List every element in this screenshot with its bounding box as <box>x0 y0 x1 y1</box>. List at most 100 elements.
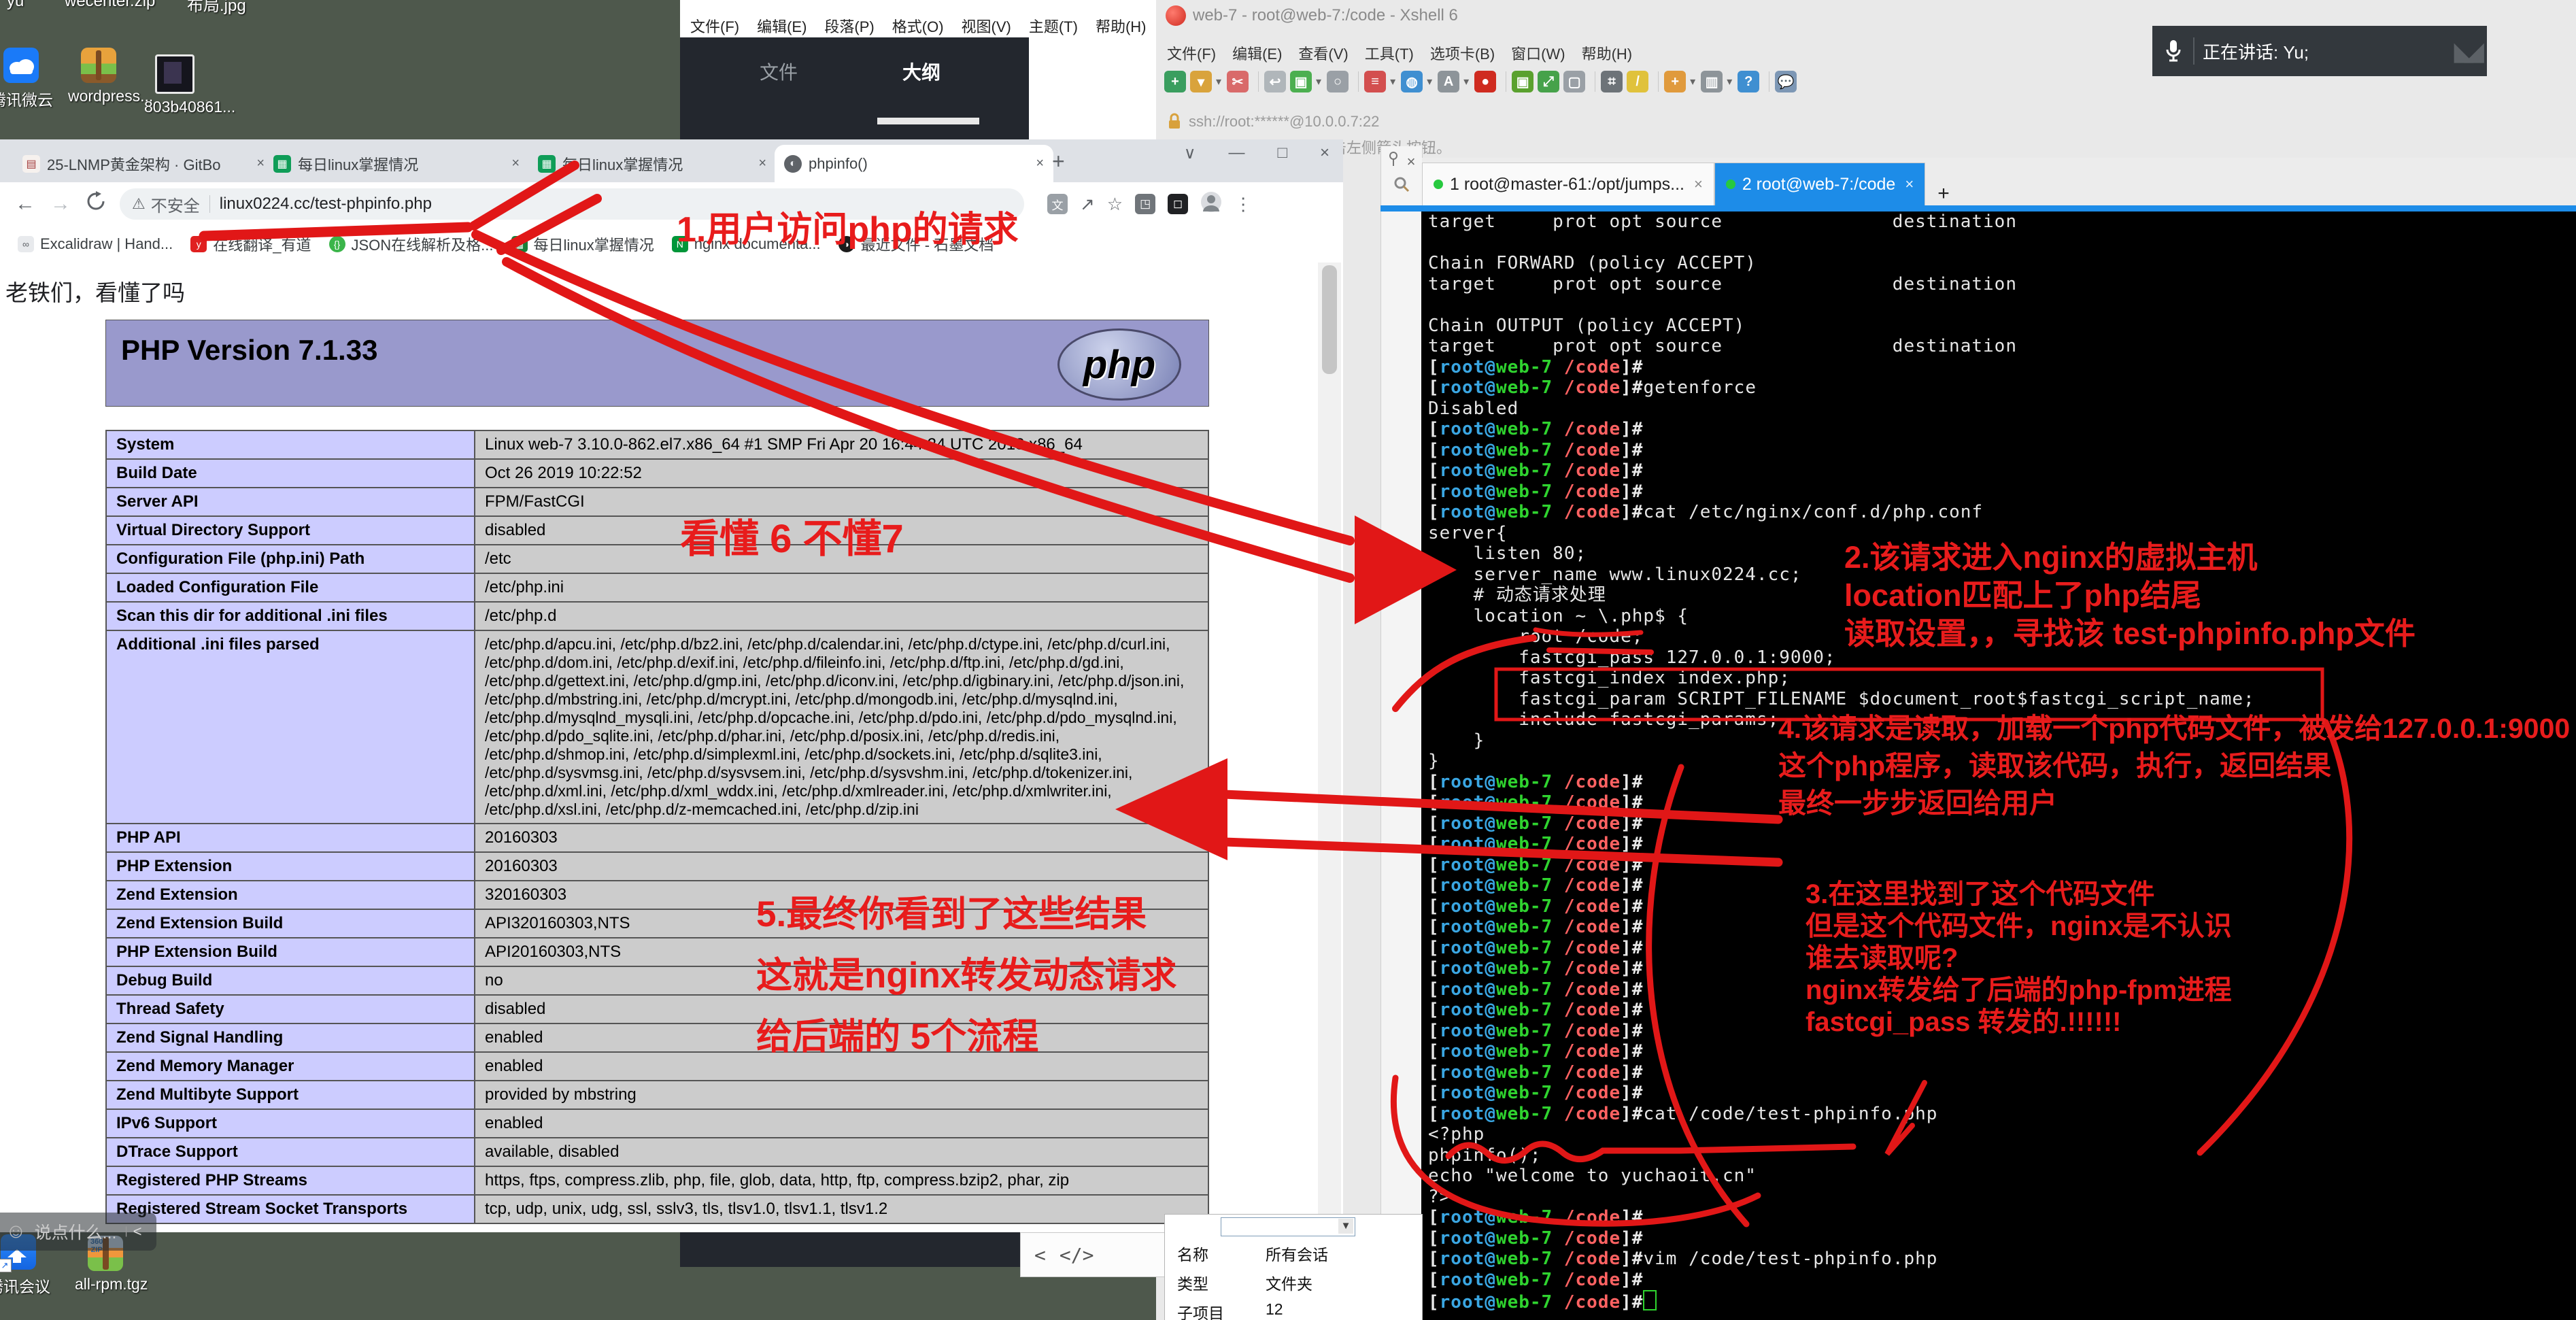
desktop-file-label[interactable]: yu <box>7 0 24 11</box>
help-icon[interactable]: ? <box>1738 71 1759 92</box>
extensions-puzzle-icon[interactable]: ◳ <box>1135 194 1155 214</box>
chevron-down-icon[interactable]: ▾ <box>1427 75 1432 88</box>
wps-menu-item[interactable]: 文件(F) <box>690 18 739 35</box>
browser-window-controls: ∨ — □ × <box>1151 139 1329 167</box>
annotation-step2: 2.该请求进入nginx的虚拟主机location匹配上了php结尾读取设置，，… <box>1844 539 2416 653</box>
wps-menu-item[interactable]: 编辑(E) <box>757 18 807 35</box>
terminal-cursor <box>1643 1290 1657 1310</box>
chat-icon[interactable]: 💬 <box>1775 71 1797 92</box>
scrollbar-thumb[interactable] <box>1322 265 1337 374</box>
reconnect-icon[interactable]: ↩ <box>1264 71 1286 92</box>
chevron-down-icon[interactable]: ▾ <box>1316 75 1321 88</box>
chevron-down-icon[interactable]: ▾ <box>1216 75 1221 88</box>
icon-label: 腾讯微云 <box>0 87 52 110</box>
browser-tab[interactable]: ▤25-LNMP黄金架构 · GitBo× <box>13 145 274 182</box>
close-button[interactable]: × <box>1320 143 1329 163</box>
url-text[interactable]: linux0224.cc/test-phpinfo.php <box>220 194 432 214</box>
new-tab-button[interactable]: + <box>1932 182 1955 205</box>
emoji-icon[interactable]: ☺ <box>5 1220 27 1243</box>
pin-icon[interactable]: × <box>1381 152 1422 171</box>
xftp-icon[interactable]: ▣ <box>1512 71 1533 92</box>
browser-tab[interactable]: ▦每日linux掌握情况× <box>264 145 529 182</box>
bookmark-item[interactable]: {}JSON在线解析及格... <box>329 233 494 255</box>
properties-icon[interactable]: ≡ <box>1364 71 1386 92</box>
extension-icon[interactable]: ◻ <box>1168 194 1188 214</box>
code-panel-icon[interactable]: </> <box>1060 1244 1094 1266</box>
disconnect-icon[interactable]: ✂ <box>1227 71 1249 92</box>
bookmark-item[interactable]: y在线翻译_有道 <box>190 233 311 255</box>
avatar[interactable] <box>1200 191 1222 218</box>
share-icon[interactable]: ↗ <box>1080 194 1095 215</box>
xshell-menu-item[interactable]: 查看(V) <box>1298 46 1348 63</box>
minimize-button[interactable]: — <box>1228 143 1244 163</box>
wps-tab-file[interactable]: 文件 <box>760 58 798 85</box>
maximize-button[interactable]: □ <box>1277 143 1287 163</box>
translate-icon[interactable]: 文 <box>1047 194 1068 214</box>
xshell-menu-item[interactable]: 窗口(W) <box>1511 46 1565 63</box>
desktop-icon-zip[interactable]: wordpress... <box>68 48 129 105</box>
xshell-session-tab[interactable]: 2 root@web-7:/code× <box>1714 163 1925 205</box>
transfer-icon[interactable]: + <box>1664 71 1686 92</box>
search-icon[interactable] <box>1381 176 1422 197</box>
chat-input-placeholder[interactable]: 说点什么... <box>35 1219 117 1244</box>
collapse-chat-icon[interactable]: < <box>133 1223 142 1240</box>
xshell-address-bar[interactable]: ssh://root:******@10.0.0.7:22 <box>1167 113 1379 131</box>
chevron-down-icon[interactable]: ▾ <box>1463 75 1469 88</box>
open-folder-icon[interactable]: ▾ <box>1190 71 1212 92</box>
close-icon[interactable]: × <box>1028 156 1044 171</box>
menu-kebab-icon[interactable]: ⋮ <box>1234 194 1252 215</box>
xagent-icon[interactable]: ● <box>1474 71 1496 92</box>
xshell-menu-item[interactable]: 文件(F) <box>1167 46 1216 63</box>
session-filter-dropdown[interactable]: ▼ <box>1221 1217 1355 1236</box>
xshell-menu-item[interactable]: 工具(T) <box>1365 46 1414 63</box>
wps-menu-item[interactable]: 视图(V) <box>962 18 1011 35</box>
browser-tab[interactable]: ◐phpinfo()× <box>775 145 1053 182</box>
meeting-chat-overlay[interactable]: ☺ 说点什么... | < <box>0 1213 156 1251</box>
web-icon[interactable]: ◍ <box>1401 71 1423 92</box>
xshell-menu-item[interactable]: 选项卡(B) <box>1430 46 1495 63</box>
desktop-icon-weiyun[interactable]: 腾讯微云 <box>0 48 52 110</box>
reload-button[interactable] <box>86 191 106 217</box>
wps-menu-item[interactable]: 帮助(H) <box>1096 18 1147 35</box>
bookmark-item[interactable]: ▦每日linux掌握情况 <box>511 233 654 255</box>
browser-tab[interactable]: ▦每日linux掌握情况× <box>528 145 776 182</box>
lock-icon[interactable]: ▢ <box>1563 71 1585 92</box>
excalidraw-favicon-icon: ∞ <box>18 236 34 252</box>
layout-icon[interactable]: ▥ <box>1701 71 1723 92</box>
wps-tab-outline[interactable]: 大纲 <box>902 58 940 85</box>
new-tab-button[interactable]: + <box>1052 149 1065 174</box>
find-icon[interactable]: ○ <box>1327 71 1349 92</box>
chevron-down-icon[interactable]: ▾ <box>1727 75 1732 88</box>
bookmark-star-icon[interactable]: ☆ <box>1107 194 1123 215</box>
close-icon[interactable]: × <box>1905 175 1914 193</box>
chevron-down-icon[interactable]: ▾ <box>1390 75 1395 88</box>
xshell-menu-item[interactable]: 帮助(H) <box>1582 46 1633 63</box>
chevron-down-icon[interactable]: ▾ <box>1690 75 1695 88</box>
bookmark-item[interactable]: ∞Excalidraw | Hand... <box>18 235 173 253</box>
wps-menu-item[interactable]: 主题(T) <box>1029 18 1078 35</box>
new-session-icon[interactable]: + <box>1164 71 1186 92</box>
desktop-file-label[interactable]: wecenter.zip <box>65 0 155 11</box>
duplicate-session-icon[interactable]: ▣ <box>1290 71 1312 92</box>
keyboard-icon[interactable]: ⌗ <box>1601 71 1623 92</box>
desktop-icon-image[interactable]: 803b40861... <box>144 54 205 116</box>
forward-button[interactable]: → <box>50 192 71 216</box>
xshell-menu-item[interactable]: 编辑(E) <box>1232 46 1282 63</box>
close-icon[interactable]: × <box>503 156 520 171</box>
font-icon[interactable]: A <box>1438 71 1459 92</box>
compose-icon[interactable]: / <box>1627 71 1648 92</box>
back-button[interactable]: ← <box>15 192 35 216</box>
collapse-left-icon[interactable]: < <box>1034 1244 1046 1266</box>
close-icon[interactable]: × <box>248 156 265 171</box>
fullscreen-icon[interactable]: ⤢ <box>1538 71 1559 92</box>
wps-menu-item[interactable]: 段落(P) <box>824 18 874 35</box>
wps-menu-item[interactable]: 格式(O) <box>892 18 944 35</box>
close-icon[interactable]: × <box>750 156 766 171</box>
tab-search-icon[interactable]: ∨ <box>1184 143 1196 163</box>
desktop-file-label[interactable]: 布局.jpg <box>187 0 246 16</box>
page-scrollbar[interactable] <box>1318 263 1341 1232</box>
close-icon[interactable]: × <box>1407 153 1416 170</box>
xshell-session-tab[interactable]: 1 root@master-61:/opt/jumps...× <box>1422 163 1714 205</box>
close-icon[interactable]: × <box>1694 175 1703 193</box>
chevron-down-icon[interactable]: ▼ <box>1338 1219 1353 1234</box>
